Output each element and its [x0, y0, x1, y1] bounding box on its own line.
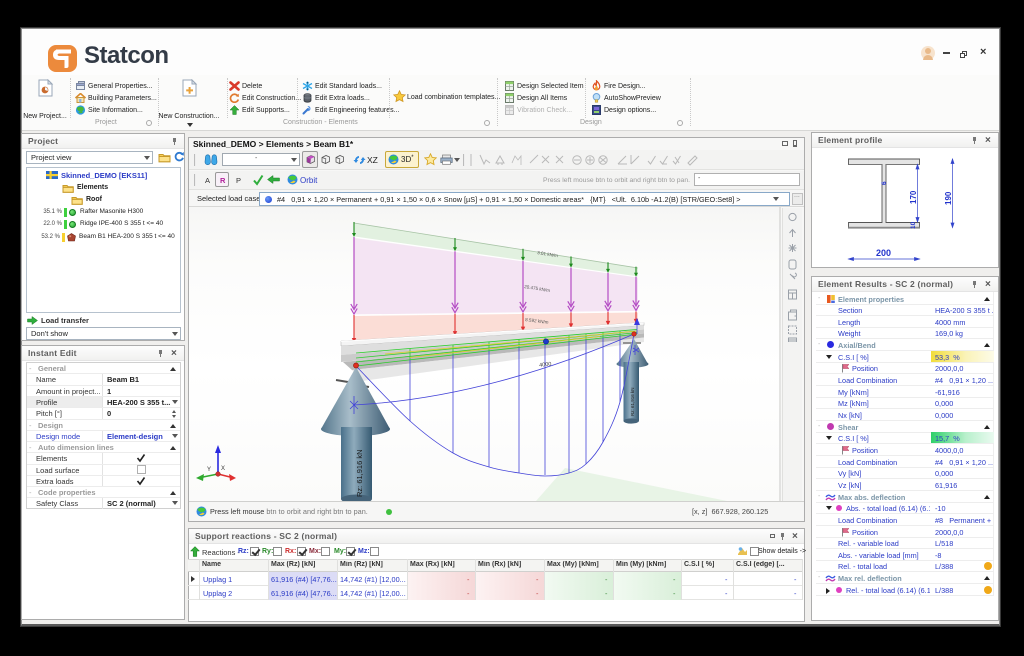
- svg-text:4000: 4000: [539, 362, 552, 369]
- svg-text:Y: Y: [207, 467, 211, 473]
- svg-text:170: 170: [909, 190, 918, 204]
- svg-text:200: 200: [876, 248, 891, 258]
- svg-text:10: 10: [910, 221, 917, 229]
- svg-text:Rz: 61,916 kN: Rz: 61,916 kN: [355, 449, 364, 497]
- svg-text:X: X: [221, 466, 225, 472]
- svg-text:190: 190: [944, 191, 953, 205]
- svg-text:6: 6: [881, 181, 888, 185]
- svg-text:Rz: 61,916 kN: Rz: 61,916 kN: [630, 387, 635, 416]
